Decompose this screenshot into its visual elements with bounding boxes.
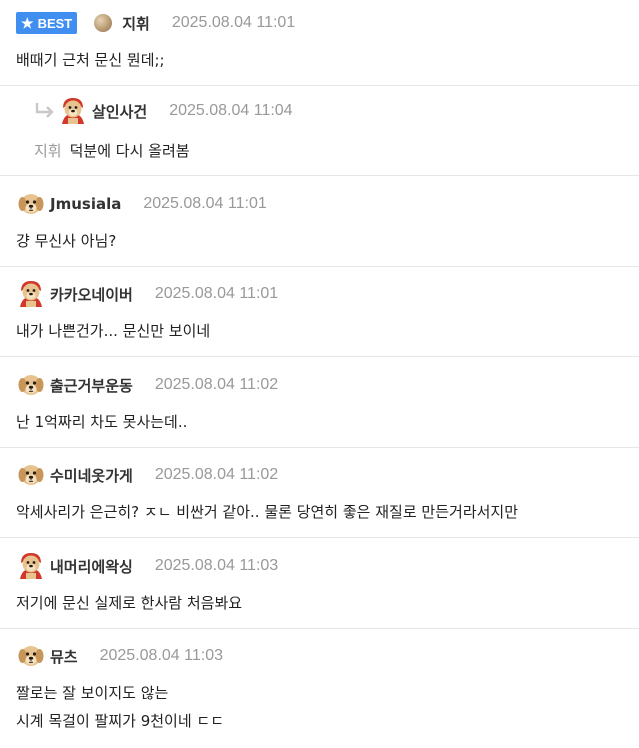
comment-time: 2025.08.04 11:01 [171,14,296,31]
comment-item: 카카오네이버 2025.08.04 11:01 내가 나쁜건가... 문신만 보… [0,267,639,357]
comment-text: 저기에 문신 실제로 한사람 처음봐요 [16,594,243,612]
comment-text: 악세사리가 은근히? ㅈㄴ 비싼거 같아.. 물론 당연히 좋은 재질로 만든거… [16,503,519,521]
comment-nickname[interactable]: 지휘 [122,13,150,34]
comment-item: 수미네옷가게 2025.08.04 11:02 악세사리가 은근히? ㅈㄴ 비싼… [0,448,639,538]
dog-avatar-icon [16,641,46,671]
comment-header: 출근거부운동 2025.08.04 11:02 [16,373,278,397]
best-label: BEST [37,15,73,31]
comment-item: 뮤츠 2025.08.04 11:03 짤로는 잘 보이지도 않는 시계 목걸이… [0,629,639,748]
dog-avatar-icon [16,460,46,490]
comment-item: 출근거부운동 2025.08.04 11:02 난 1억짜리 차도 못사는데.. [0,357,639,448]
comment-time: 2025.08.04 11:04 [169,102,293,119]
comment-nickname[interactable]: 내머리에왁싱 [50,556,133,577]
comment-header: 카카오네이버 2025.08.04 11:01 [16,282,278,306]
comment-item: ★ BEST 지휘 2025.08.04 11:01 배때기 근처 문신 뭔데;… [0,0,639,86]
comment-header: ★ BEST 지휘 2025.08.04 11:01 [16,11,295,35]
comment-time: 2025.08.04 11:01 [143,195,267,212]
comment-nickname[interactable]: 카카오네이버 [50,284,133,305]
comment-time: 2025.08.04 11:03 [99,647,223,664]
reply-item: 살인사건 2025.08.04 11:04 지휘 덕분에 다시 올려봄 [0,86,639,176]
comment-header: Jmusiala 2025.08.04 11:01 [16,192,267,216]
comment-time: 2025.08.04 11:01 [154,285,279,302]
comment-nickname[interactable]: 출근거부운동 [50,375,133,396]
dog-avatar-icon [16,370,46,400]
comment-item: Jmusiala 2025.08.04 11:01 걍 무신사 아님? [0,176,639,267]
comment-text-line: 짤로는 잘 보이지도 않는 [16,684,169,702]
comment-time: 2025.08.04 11:03 [154,557,279,574]
dog-avatar-icon [16,189,46,219]
comment-nickname[interactable]: 살인사건 [92,101,147,122]
comment-text: 짤로는 잘 보이지도 않는 시계 목걸이 팔찌가 9천이네 ㄷㄷ [16,679,224,735]
reply-mention[interactable]: 지휘 [34,142,62,160]
comment-header: 내머리에왁싱 2025.08.04 11:03 [16,554,278,578]
comment-nickname[interactable]: 수미네옷가게 [50,465,133,486]
comment-nickname[interactable]: 뮤츠 [50,646,78,667]
level-ball-icon [94,14,113,32]
comment-text: 걍 무신사 아님? [16,232,117,250]
comment-nickname[interactable]: Jmusiala [50,195,121,213]
best-badge: ★ BEST [16,12,78,34]
comment-header: 살인사건 2025.08.04 11:04 [34,99,293,123]
comment-text-line: 시계 목걸이 팔찌가 9천이네 ㄷㄷ [16,712,225,730]
star-icon: ★ [21,14,34,31]
dog-cape-avatar-icon [58,96,88,126]
comment-header: 뮤츠 2025.08.04 11:03 [16,644,223,668]
comment-time: 2025.08.04 11:02 [154,466,279,483]
dog-cape-avatar-icon [16,279,46,309]
comment-text: 배때기 근처 문신 뭔데;; [16,51,165,69]
comment-text: 난 1억짜리 차도 못사는데.. [16,413,188,431]
comment-time: 2025.08.04 11:02 [154,376,279,393]
dog-cape-avatar-icon [16,551,46,581]
comment-header: 수미네옷가게 2025.08.04 11:02 [16,463,278,487]
comment-text-content: 덕분에 다시 올려봄 [69,142,190,160]
comment-text: 지휘 덕분에 다시 올려봄 [34,137,190,165]
reply-arrow-icon [35,103,54,118]
comment-item: 내머리에왁싱 2025.08.04 11:03 저기에 문신 실제로 한사람 처… [0,538,639,629]
comment-text: 내가 나쁜건가... 문신만 보이네 [16,322,211,340]
